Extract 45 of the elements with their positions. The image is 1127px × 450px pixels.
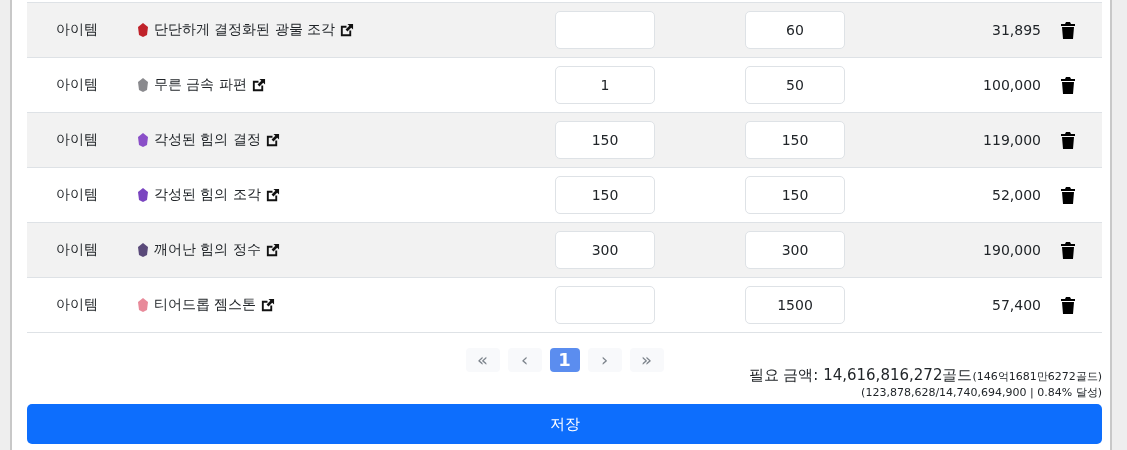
delete-button[interactable] <box>1060 76 1075 94</box>
target-field[interactable]: 1500 <box>745 286 845 324</box>
delete-button[interactable] <box>1060 21 1075 39</box>
item-name: 무른 금속 파편 <box>154 76 247 94</box>
price: 119,000 <box>982 132 1041 148</box>
target-field[interactable]: 150 <box>745 121 845 159</box>
item-type: 아이템 <box>55 76 99 94</box>
external-link-icon[interactable] <box>264 242 280 258</box>
delete-button[interactable] <box>1060 296 1075 314</box>
progress-text: (123,878,628/14,740,694,900 | 0.84% 달성) <box>861 385 1102 400</box>
delete-button[interactable] <box>1060 241 1075 259</box>
required-amount: 필요 금액: 14,616,816,272골드(146억1681만6272골드) <box>748 366 1102 385</box>
item-name: 각성된 힘의 조각 <box>154 186 261 204</box>
price: 190,000 <box>982 242 1041 258</box>
external-link-icon[interactable] <box>264 132 280 148</box>
save-button[interactable]: 저장 <box>27 404 1102 444</box>
external-link-icon[interactable] <box>260 297 276 313</box>
quantity-field[interactable]: 150 <box>555 176 655 214</box>
target-field[interactable]: 300 <box>745 231 845 269</box>
item-name: 각성된 힘의 결정 <box>154 131 261 149</box>
quantity-field[interactable] <box>555 11 655 49</box>
item-type: 아이템 <box>55 241 99 259</box>
price: 52,000 <box>991 187 1041 203</box>
price: 57,400 <box>991 297 1041 313</box>
external-link-icon[interactable] <box>339 22 355 38</box>
target-field[interactable]: 50 <box>745 66 845 104</box>
item-name: 티어드롭 젬스톤 <box>154 296 257 314</box>
item-type: 아이템 <box>55 296 99 314</box>
quantity-field[interactable] <box>555 286 655 324</box>
item-name: 깨어난 힘의 정수 <box>154 241 261 259</box>
price: 100,000 <box>982 77 1041 93</box>
item-type: 아이템 <box>55 186 99 204</box>
item-type: 아이템 <box>55 131 99 149</box>
target-field[interactable]: 150 <box>745 176 845 214</box>
item-name: 단단하게 결정화된 광물 조각 <box>154 21 336 39</box>
external-link-icon[interactable] <box>250 77 266 93</box>
quantity-field[interactable]: 150 <box>555 121 655 159</box>
target-field[interactable]: 60 <box>745 11 845 49</box>
price: 31,895 <box>991 22 1041 38</box>
quantity-field[interactable]: 1 <box>555 66 655 104</box>
delete-button[interactable] <box>1060 131 1075 149</box>
external-link-icon[interactable] <box>264 187 280 203</box>
delete-button[interactable] <box>1060 186 1075 204</box>
quantity-field[interactable]: 300 <box>555 231 655 269</box>
item-type: 아이템 <box>55 21 99 39</box>
